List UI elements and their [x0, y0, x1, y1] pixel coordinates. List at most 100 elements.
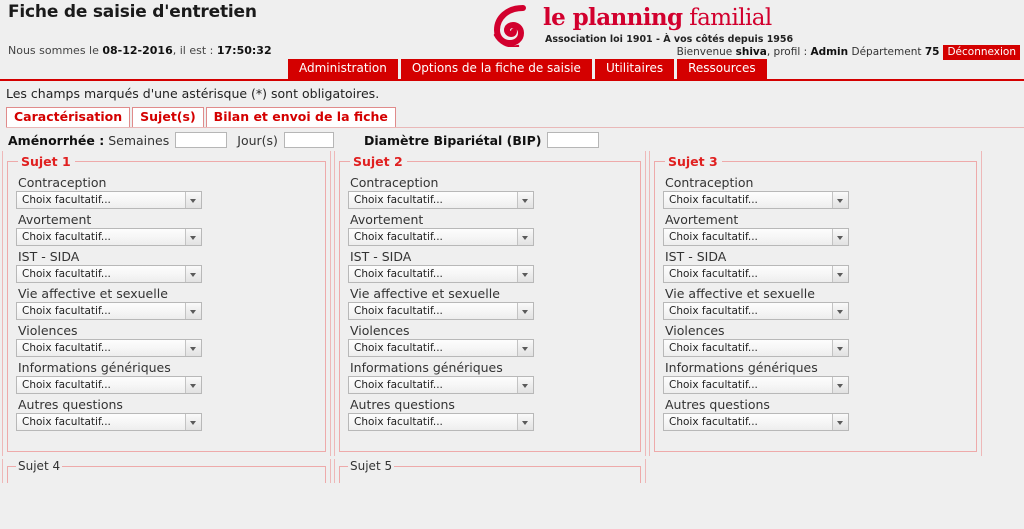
amenorrhee-weeks-label: Semaines [108, 132, 170, 148]
label-ist-sida: IST - SIDA [350, 249, 412, 264]
select-value: Choix facultatif... [22, 379, 111, 391]
select-violences-sujet-2[interactable]: Choix facultatif... [348, 339, 534, 357]
select-value: Choix facultatif... [354, 231, 443, 243]
select-value: Choix facultatif... [669, 342, 758, 354]
select-vie-affective-sujet-1[interactable]: Choix facultatif... [16, 302, 202, 320]
chevron-down-icon[interactable] [832, 340, 848, 356]
tab-caracterisation[interactable]: Caractérisation [6, 107, 131, 128]
label-contraception: Contraception [350, 175, 439, 190]
chevron-down-icon[interactable] [832, 266, 848, 282]
select-value: Choix facultatif... [669, 379, 758, 391]
select-value: Choix facultatif... [354, 342, 443, 354]
select-avortement-sujet-2[interactable]: Choix facultatif... [348, 228, 534, 246]
datetime-line: Nous sommes le 08-12-2016, il est : 17:5… [8, 44, 272, 57]
label-autres-questions: Autres questions [350, 397, 455, 412]
subject-column-3: Sujet 3 Contraception Choix facultatif..… [649, 151, 982, 456]
select-vie-affective-sujet-2[interactable]: Choix facultatif... [348, 302, 534, 320]
current-date: 08-12-2016 [102, 44, 173, 57]
select-value: Choix facultatif... [22, 342, 111, 354]
nav-item-ressources[interactable]: Ressources [677, 59, 767, 79]
amenorrhee-days-input[interactable] [283, 132, 334, 148]
amenorrhee-label: Aménorrhée : [8, 132, 105, 148]
label-ist-sida: IST - SIDA [665, 249, 727, 264]
select-ist-sida-sujet-3[interactable]: Choix facultatif... [663, 265, 849, 283]
select-value: Choix facultatif... [354, 416, 443, 428]
select-ist-sida-sujet-2[interactable]: Choix facultatif... [348, 265, 534, 283]
label-contraception: Contraception [665, 175, 754, 190]
tab-sujets[interactable]: Sujet(s) [132, 107, 204, 128]
select-contraception-sujet-2[interactable]: Choix facultatif... [348, 191, 534, 209]
subject-column-5: Sujet 5 [334, 459, 646, 483]
tabs-underline [6, 127, 1024, 128]
select-avortement-sujet-1[interactable]: Choix facultatif... [16, 228, 202, 246]
label-violences: Violences [665, 323, 725, 338]
nav-item-utilitaires[interactable]: Utilitaires [594, 59, 675, 79]
label-informations-generiques: Informations génériques [665, 360, 818, 375]
chevron-down-icon[interactable] [185, 303, 201, 319]
nav-items: Administration Options de la fiche de sa… [288, 59, 767, 79]
subjects-row-top: Sujet 1 Contraception Choix facultatif..… [0, 151, 1024, 456]
legend-sujet-2: Sujet 2 [353, 154, 403, 169]
fieldset-sujet-4: Sujet 4 [7, 459, 326, 483]
logout-button[interactable]: Déconnexion [943, 45, 1020, 60]
required-fields-notice: Les champs marqués d'une astérisque (*) … [6, 86, 380, 101]
chevron-down-icon[interactable] [517, 192, 533, 208]
chevron-down-icon[interactable] [185, 266, 201, 282]
label-vie-affective: Vie affective et sexuelle [18, 286, 168, 301]
tab-bilan-envoi[interactable]: Bilan et envoi de la fiche [205, 107, 396, 128]
nav-item-options-fiche-saisie[interactable]: Options de la fiche de saisie [400, 59, 592, 79]
select-violences-sujet-1[interactable]: Choix facultatif... [16, 339, 202, 357]
datetime-middle: , il est : [172, 44, 217, 57]
select-informations-generiques-sujet-2[interactable]: Choix facultatif... [348, 376, 534, 394]
form-section-tabs: Caractérisation Sujet(s) Bilan et envoi … [6, 107, 1024, 128]
chevron-down-icon[interactable] [832, 303, 848, 319]
chevron-down-icon[interactable] [832, 229, 848, 245]
chevron-down-icon[interactable] [517, 414, 533, 430]
label-informations-generiques: Informations génériques [350, 360, 503, 375]
chevron-down-icon[interactable] [185, 414, 201, 430]
chevron-down-icon[interactable] [832, 377, 848, 393]
chevron-down-icon[interactable] [832, 414, 848, 430]
fieldset-sujet-2: Sujet 2 Contraception Choix facultatif..… [339, 154, 641, 452]
chevron-down-icon[interactable] [517, 340, 533, 356]
logo: le planning familial Association loi 190… [493, 2, 793, 50]
subjects-grid: Sujet 1 Contraception Choix facultatif..… [0, 151, 1024, 483]
select-avortement-sujet-3[interactable]: Choix facultatif... [663, 228, 849, 246]
select-informations-generiques-sujet-3[interactable]: Choix facultatif... [663, 376, 849, 394]
subject-column-1: Sujet 1 Contraception Choix facultatif..… [2, 151, 331, 456]
select-autres-questions-sujet-3[interactable]: Choix facultatif... [663, 413, 849, 431]
label-autres-questions: Autres questions [665, 397, 770, 412]
label-violences: Violences [18, 323, 78, 338]
chevron-down-icon[interactable] [517, 229, 533, 245]
bip-input[interactable] [547, 132, 600, 148]
chevron-down-icon[interactable] [185, 377, 201, 393]
subject-column-4: Sujet 4 [2, 459, 331, 483]
select-value: Choix facultatif... [22, 305, 111, 317]
select-value: Choix facultatif... [669, 231, 758, 243]
label-avortement: Avortement [350, 212, 424, 227]
chevron-down-icon[interactable] [832, 192, 848, 208]
chevron-down-icon[interactable] [185, 229, 201, 245]
select-informations-generiques-sujet-1[interactable]: Choix facultatif... [16, 376, 202, 394]
select-autres-questions-sujet-1[interactable]: Choix facultatif... [16, 413, 202, 431]
select-value: Choix facultatif... [354, 268, 443, 280]
select-value: Choix facultatif... [354, 379, 443, 391]
select-vie-affective-sujet-3[interactable]: Choix facultatif... [663, 302, 849, 320]
nav-item-administration[interactable]: Administration [288, 59, 398, 79]
select-ist-sida-sujet-1[interactable]: Choix facultatif... [16, 265, 202, 283]
legend-sujet-1: Sujet 1 [21, 154, 71, 169]
chevron-down-icon[interactable] [517, 377, 533, 393]
select-contraception-sujet-3[interactable]: Choix facultatif... [663, 191, 849, 209]
label-violences: Violences [350, 323, 410, 338]
select-autres-questions-sujet-2[interactable]: Choix facultatif... [348, 413, 534, 431]
legend-sujet-4: Sujet 4 [18, 459, 61, 473]
chevron-down-icon[interactable] [517, 266, 533, 282]
select-contraception-sujet-1[interactable]: Choix facultatif... [16, 191, 202, 209]
select-violences-sujet-3[interactable]: Choix facultatif... [663, 339, 849, 357]
select-value: Choix facultatif... [22, 416, 111, 428]
welcome-dept-label: Département [848, 46, 925, 58]
chevron-down-icon[interactable] [185, 340, 201, 356]
chevron-down-icon[interactable] [185, 192, 201, 208]
chevron-down-icon[interactable] [517, 303, 533, 319]
amenorrhee-weeks-input[interactable] [175, 132, 228, 148]
